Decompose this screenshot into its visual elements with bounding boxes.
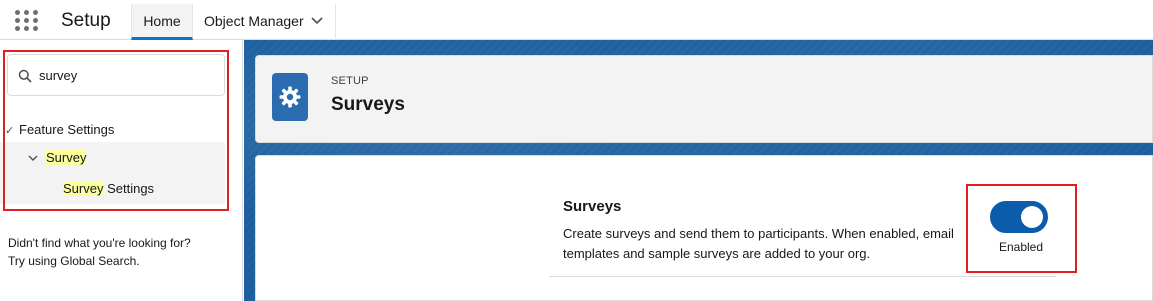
setup-tile xyxy=(272,73,308,121)
divider xyxy=(549,276,1056,277)
search-match-highlight: Survey xyxy=(63,181,104,196)
setup-sidebar: ✓ Feature Settings Survey Survey Settings… xyxy=(0,40,243,301)
setting-description: Create surveys and send them to particip… xyxy=(563,226,954,261)
app-title: Setup xyxy=(61,10,111,31)
surveys-enable-toggle[interactable] xyxy=(990,201,1048,233)
help-line: Try using Global Search. xyxy=(8,254,140,268)
quick-find-box[interactable] xyxy=(7,54,225,96)
tab-object-manager-label: Object Manager xyxy=(204,13,304,29)
tab-object-manager[interactable]: Object Manager xyxy=(194,4,336,40)
tree-item-survey-settings[interactable]: Survey Settings xyxy=(0,174,225,204)
tree-item-label-rest: Settings xyxy=(103,181,155,196)
tree-item-feature-settings[interactable]: ✓ Feature Settings xyxy=(5,118,225,142)
toggle-status-label: Enabled xyxy=(998,240,1044,254)
global-search-hint: Didn't find what you're looking for? Try… xyxy=(8,234,238,270)
tree-item-survey[interactable]: Survey xyxy=(0,142,225,174)
quick-find-input[interactable] xyxy=(39,65,219,85)
toggle-knob xyxy=(1021,206,1043,228)
app-launcher-icon[interactable] xyxy=(15,10,39,32)
global-header: Setup Home Object Manager xyxy=(0,0,1153,40)
search-icon xyxy=(18,69,32,83)
tree-item-label: Survey xyxy=(46,150,87,165)
setting-heading: Surveys xyxy=(563,198,622,215)
chevron-down-icon[interactable] xyxy=(27,152,39,164)
breadcrumb: SETUP xyxy=(331,75,369,87)
chevron-down-icon[interactable] xyxy=(309,12,325,28)
tab-home[interactable]: Home xyxy=(131,4,193,40)
chevron-down-icon: ✓ xyxy=(5,125,15,137)
gear-icon xyxy=(279,86,301,108)
tree-item-label: Feature Settings xyxy=(19,122,115,137)
page-title: Surveys xyxy=(331,94,405,115)
help-line: Didn't find what you're looking for? xyxy=(8,236,191,250)
settings-panel: Surveys Create surveys and send them to … xyxy=(255,155,1153,301)
tree-item-label: Survey Settings xyxy=(63,181,154,196)
page-header: SETUP Surveys xyxy=(255,55,1153,143)
